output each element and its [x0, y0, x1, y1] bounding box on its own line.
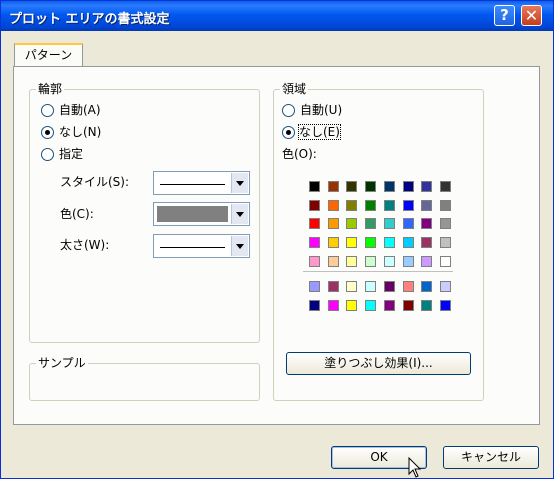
color-swatch[interactable] [421, 300, 432, 311]
color-swatch[interactable] [328, 200, 339, 211]
color-swatch[interactable] [346, 256, 357, 267]
color-swatch[interactable] [309, 200, 320, 211]
color-swatch[interactable] [421, 200, 432, 211]
fill-effects-label: 塗りつぶし効果(I)... [324, 356, 433, 370]
color-swatch[interactable] [440, 237, 451, 248]
color-swatch[interactable] [440, 218, 451, 229]
color-swatch[interactable] [403, 281, 414, 292]
color-swatch[interactable] [365, 281, 376, 292]
color-swatch[interactable] [365, 181, 376, 192]
color-swatch[interactable] [403, 200, 414, 211]
color-swatch[interactable] [440, 181, 451, 192]
color-swatch[interactable] [328, 218, 339, 229]
color-swatch[interactable] [365, 218, 376, 229]
color-swatch[interactable] [365, 300, 376, 311]
color-swatch[interactable] [384, 200, 395, 211]
color-swatch[interactable] [421, 281, 432, 292]
color-swatch[interactable] [384, 218, 395, 229]
color-swatch[interactable] [384, 256, 395, 267]
color-swatch[interactable] [346, 218, 357, 229]
color-swatch[interactable] [328, 300, 339, 311]
palette-separator [303, 271, 453, 272]
color-swatch[interactable] [403, 181, 414, 192]
color-swatch[interactable] [309, 237, 320, 248]
color-swatch[interactable] [328, 181, 339, 192]
color-swatch[interactable] [440, 256, 451, 267]
color-palette [1, 1, 553, 478]
color-swatch[interactable] [403, 256, 414, 267]
color-swatch[interactable] [346, 200, 357, 211]
color-swatch[interactable] [365, 237, 376, 248]
color-swatch[interactable] [365, 200, 376, 211]
color-swatch[interactable] [346, 300, 357, 311]
color-swatch[interactable] [309, 256, 320, 267]
color-swatch[interactable] [328, 237, 339, 248]
cancel-button[interactable]: キャンセル [443, 446, 539, 469]
color-swatch[interactable] [328, 281, 339, 292]
ok-label: OK [370, 450, 388, 464]
color-swatch[interactable] [403, 237, 414, 248]
color-swatch[interactable] [421, 181, 432, 192]
color-swatch[interactable] [440, 281, 451, 292]
fill-effects-button[interactable]: 塗りつぶし効果(I)... [286, 352, 471, 375]
color-swatch[interactable] [309, 181, 320, 192]
mouse-cursor-icon [408, 457, 422, 478]
color-swatch[interactable] [421, 237, 432, 248]
cancel-label: キャンセル [460, 450, 521, 464]
color-swatch[interactable] [365, 256, 376, 267]
format-plot-area-dialog: プロット エリアの書式設定 ? ✕ パターン 輪郭 自動(A) なし(N) 指定… [0, 0, 554, 479]
color-swatch[interactable] [421, 218, 432, 229]
color-swatch[interactable] [440, 200, 451, 211]
color-swatch[interactable] [309, 281, 320, 292]
color-swatch[interactable] [403, 218, 414, 229]
color-swatch[interactable] [328, 256, 339, 267]
color-swatch[interactable] [346, 237, 357, 248]
color-swatch[interactable] [384, 300, 395, 311]
color-swatch[interactable] [346, 281, 357, 292]
color-swatch[interactable] [309, 218, 320, 229]
color-swatch[interactable] [384, 181, 395, 192]
color-swatch[interactable] [309, 300, 320, 311]
color-swatch[interactable] [384, 281, 395, 292]
color-swatch[interactable] [384, 237, 395, 248]
color-swatch[interactable] [403, 300, 414, 311]
color-swatch[interactable] [346, 181, 357, 192]
color-swatch[interactable] [421, 256, 432, 267]
color-swatch[interactable] [440, 300, 451, 311]
